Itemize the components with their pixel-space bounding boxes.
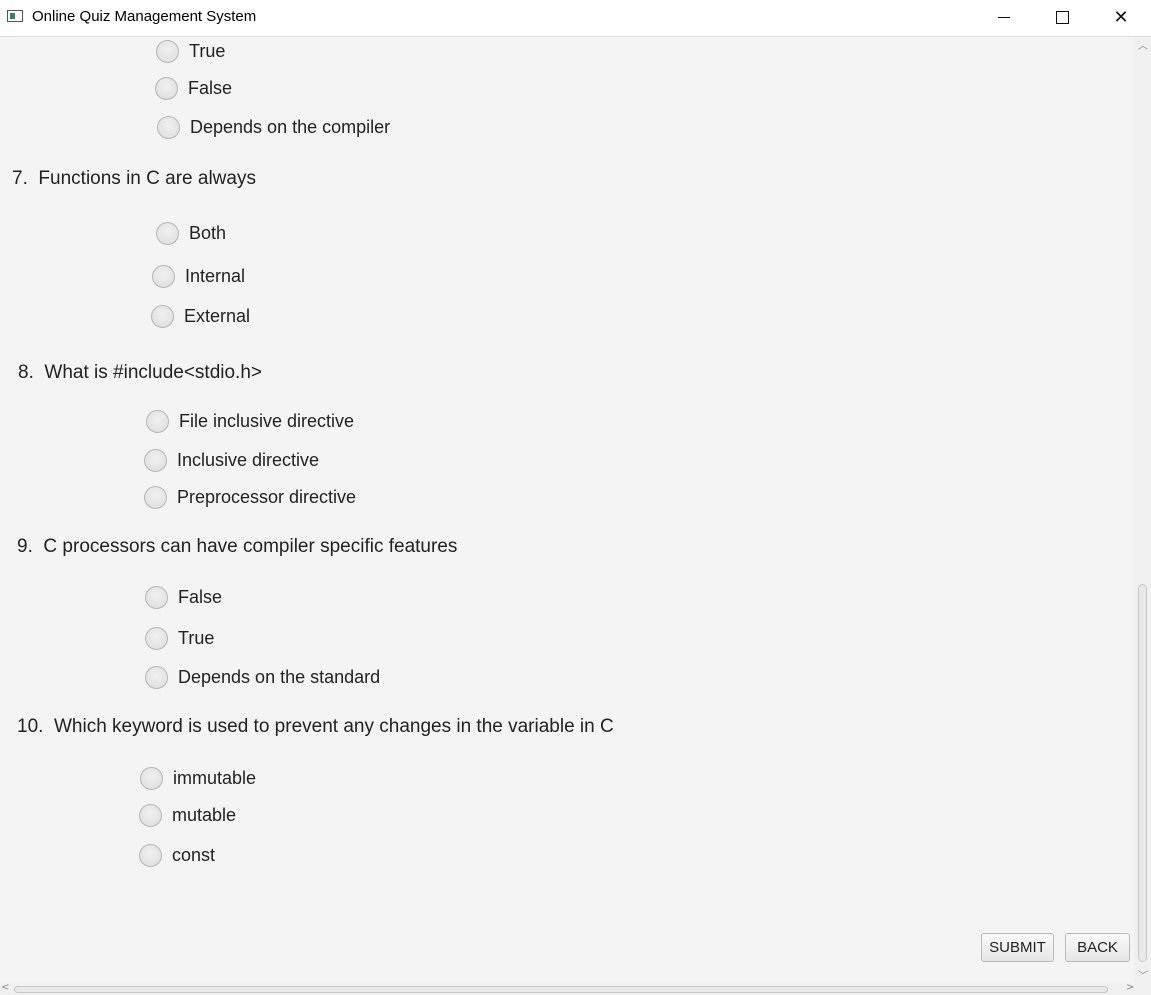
radio-button[interactable] xyxy=(139,843,162,867)
q10-option-2[interactable]: mutable xyxy=(139,802,236,828)
maximize-button[interactable] xyxy=(1033,0,1091,34)
radio-button[interactable] xyxy=(152,264,175,288)
question-8: 8. What is #include<stdio.h> xyxy=(18,362,262,383)
q7-option-2[interactable]: Internal xyxy=(152,263,245,289)
q6-option-3[interactable]: Depends on the compiler xyxy=(157,114,390,140)
question-7: 7. Functions in C are always xyxy=(12,168,256,189)
vertical-scroll-thumb[interactable] xyxy=(1138,584,1147,962)
q8-option-3[interactable]: Preprocessor directive xyxy=(144,484,356,510)
radio-button[interactable] xyxy=(145,626,168,650)
scroll-right-icon[interactable]: > xyxy=(1126,982,1134,993)
q10-option-1[interactable]: immutable xyxy=(140,765,256,791)
app-icon xyxy=(7,10,23,22)
radio-button[interactable] xyxy=(139,803,162,827)
q9-option-3[interactable]: Depends on the standard xyxy=(145,664,380,690)
q8-option-2[interactable]: Inclusive directive xyxy=(144,447,319,473)
question-10: 10. Which keyword is used to prevent any… xyxy=(17,716,614,737)
radio-button[interactable] xyxy=(156,221,179,245)
horizontal-scrollbar[interactable]: < > xyxy=(0,982,1151,995)
q9-option-2[interactable]: True xyxy=(145,625,214,651)
scroll-left-icon[interactable]: < xyxy=(1,982,9,993)
q10-option-3[interactable]: const xyxy=(139,842,215,868)
q8-option-1[interactable]: File inclusive directive xyxy=(146,408,354,434)
back-button[interactable]: BACK xyxy=(1065,933,1130,962)
maximize-icon xyxy=(1055,10,1069,24)
q6-option-1[interactable]: True xyxy=(156,38,225,64)
scroll-up-icon[interactable]: ︿ xyxy=(1138,37,1148,52)
q7-option-3[interactable]: External xyxy=(151,303,250,329)
radio-button[interactable] xyxy=(151,304,174,328)
minimize-button[interactable] xyxy=(975,0,1033,34)
radio-button[interactable] xyxy=(157,115,180,139)
title-bar: Online Quiz Management System ✕ xyxy=(0,0,1151,37)
q7-option-1[interactable]: Both xyxy=(156,220,226,246)
radio-button[interactable] xyxy=(144,485,167,509)
close-icon: ✕ xyxy=(1113,6,1129,28)
radio-button[interactable] xyxy=(146,409,169,433)
scroll-down-icon[interactable]: ﹀ xyxy=(1138,967,1148,982)
submit-button[interactable]: SUBMIT xyxy=(981,933,1054,962)
radio-button[interactable] xyxy=(145,665,168,689)
radio-button[interactable] xyxy=(155,76,178,100)
close-button[interactable]: ✕ xyxy=(1092,0,1150,34)
q6-option-2[interactable]: False xyxy=(155,75,232,101)
radio-button[interactable] xyxy=(144,448,167,472)
radio-button[interactable] xyxy=(140,766,163,790)
horizontal-scroll-thumb[interactable] xyxy=(14,986,1108,993)
minimize-icon xyxy=(998,16,1010,18)
question-9: 9. C processors can have compiler specif… xyxy=(17,536,458,557)
q9-option-1[interactable]: False xyxy=(145,584,222,610)
window-title: Online Quiz Management System xyxy=(32,8,257,25)
radio-button[interactable] xyxy=(156,39,179,63)
vertical-scrollbar[interactable]: ︿ ﹀ xyxy=(1134,37,1151,983)
radio-button[interactable] xyxy=(145,585,168,609)
